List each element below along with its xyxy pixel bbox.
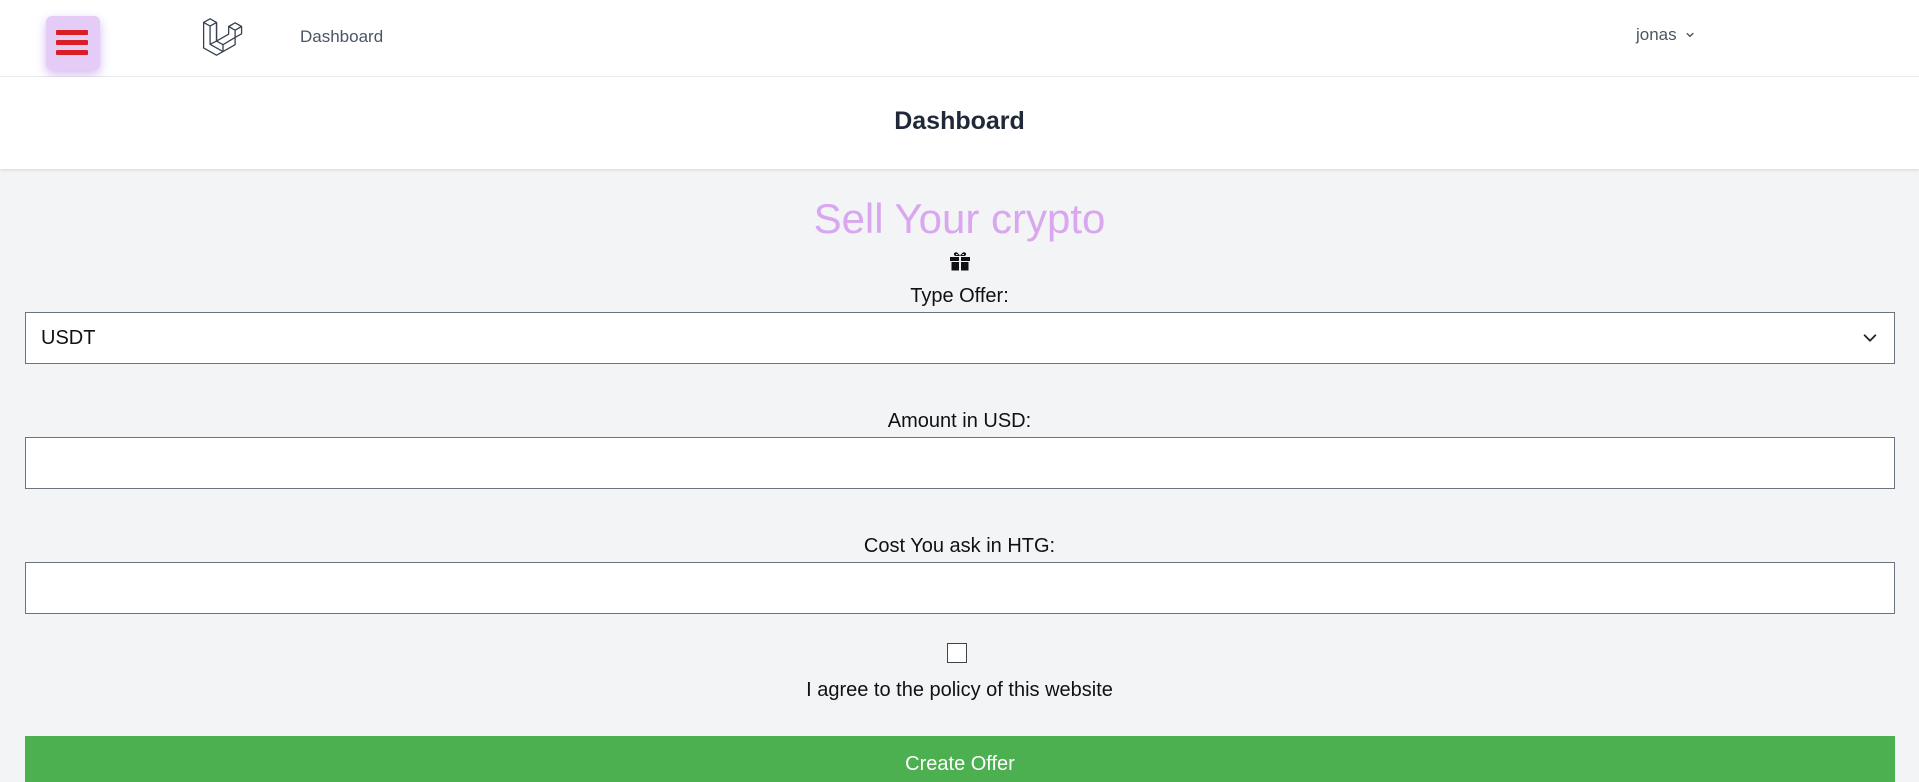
user-name: jonas — [1636, 25, 1677, 44]
nav-link-dashboard[interactable]: Dashboard — [300, 27, 383, 47]
type-offer-select[interactable]: USDT — [25, 312, 1895, 364]
page-title: Dashboard — [894, 107, 1025, 135]
hamburger-menu-icon — [56, 30, 88, 35]
policy-agree-checkbox[interactable] — [947, 643, 967, 663]
top-navigation-bar: Dashboard jonas — [0, 0, 1919, 77]
type-offer-label: Type Offer: — [910, 285, 1009, 307]
hamburger-menu-button[interactable] — [46, 16, 100, 70]
sell-crypto-form: Sell Your crypto Type Offer: USDT Amount… — [0, 169, 1919, 782]
form-title: Sell Your crypto — [813, 195, 1106, 242]
amount-usd-input[interactable] — [25, 437, 1895, 489]
chevron-down-icon — [1863, 334, 1877, 342]
laravel-logo[interactable] — [202, 16, 244, 58]
type-offer-selected-value: USDT — [41, 326, 96, 349]
cost-htg-input[interactable] — [25, 562, 1895, 614]
page-header: Dashboard — [0, 77, 1919, 169]
chevron-down-icon — [1686, 32, 1694, 38]
cost-htg-label: Cost You ask in HTG: — [863, 535, 1056, 557]
create-offer-button[interactable]: Create Offer — [25, 736, 1895, 782]
policy-agree-label: I agree to the policy of this website — [806, 679, 1113, 701]
amount-usd-label: Amount in USD: — [887, 410, 1032, 432]
hamburger-menu-icon-bar — [56, 50, 88, 55]
user-dropdown[interactable]: jonas — [1636, 25, 1697, 45]
gift-icon — [950, 252, 970, 271]
hamburger-menu-icon-bar — [56, 40, 88, 45]
